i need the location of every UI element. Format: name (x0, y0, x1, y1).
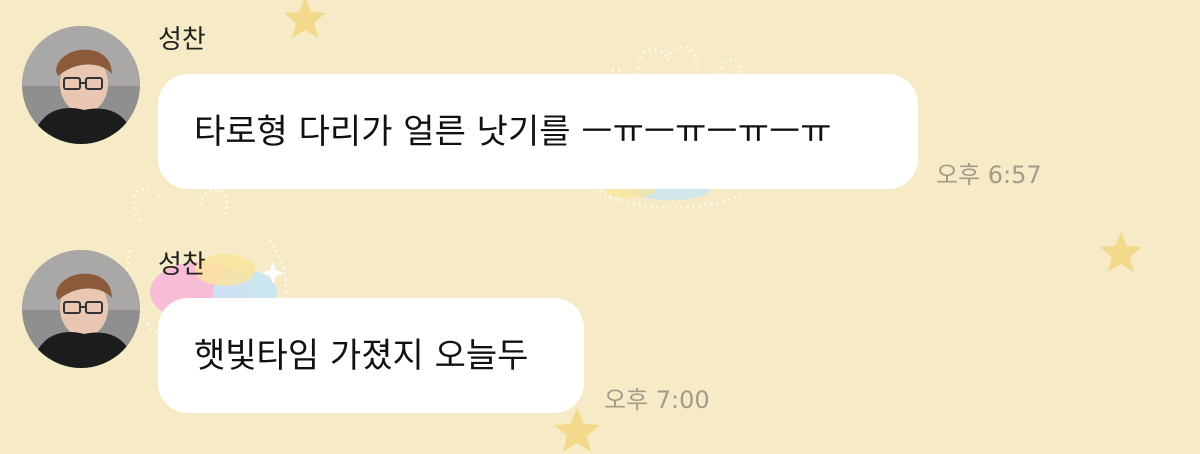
star-icon (284, 0, 326, 38)
sender-name: 성찬 (158, 25, 206, 55)
message-timestamp: 오후 6:57 (936, 161, 1042, 189)
avatar[interactable] (22, 250, 140, 368)
profile-photo-icon (22, 26, 140, 144)
message-bubble[interactable]: 타로형 다리가 얼른 낫기를 ㅡㅠㅡㅠㅡㅠㅡㅠ (158, 74, 918, 189)
sender-name: 성찬 (158, 250, 206, 280)
message-timestamp: 오후 7:00 (604, 386, 710, 414)
star-icon (554, 408, 600, 452)
star-icon (1100, 232, 1142, 272)
message-text: 타로형 다리가 얼른 낫기를 ㅡㅠㅡㅠㅡㅠㅡㅠ (194, 111, 832, 152)
message-bubble[interactable]: 햇빛타임 가졌지 오늘두 (158, 298, 584, 413)
avatar[interactable] (22, 26, 140, 144)
message-text: 햇빛타임 가졌지 오늘두 (194, 335, 529, 376)
profile-photo-icon (22, 250, 140, 368)
